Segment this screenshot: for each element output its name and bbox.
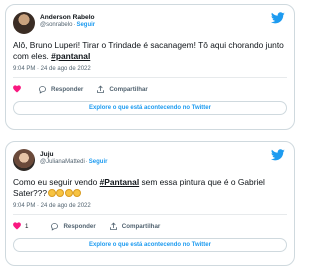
like-count: 1 [25,222,29,230]
display-name[interactable]: Anderson Rabelo [40,14,95,22]
tweet-header: Anderson Rabelo @sonrabelo·Seguir [13,5,287,39]
hashtag-link[interactable]: #pantanal [51,51,90,61]
tweet-text: Como eu seguir vendo #Pantanal sem essa … [13,177,287,199]
share-icon [97,85,105,93]
avatar[interactable] [13,12,35,34]
action-bar: Responder Compartilhar [13,81,287,97]
display-name[interactable]: Juju [40,151,107,159]
handle-line: @sonrabelo·Seguir [40,22,95,29]
reply-label: Responder [63,222,96,230]
reply-button[interactable]: Responder [38,85,83,94]
twitter-bird-icon[interactable] [271,149,285,161]
explore-twitter-button[interactable]: Explore o que está acontecendo no Twitte… [13,101,287,115]
handle[interactable]: @JulianaMattedi [40,159,85,165]
share-label: Compartilhar [121,222,161,230]
divider [13,214,287,215]
author-info: Anderson Rabelo @sonrabelo·Seguir [40,14,95,28]
handle[interactable]: @sonrabelo [40,22,72,28]
heart-icon [13,222,21,230]
share-button[interactable]: Compartilhar [96,85,148,94]
emoji-group [47,188,81,199]
tweet-card[interactable]: Anderson Rabelo @sonrabelo·Seguir Alô, B… [5,4,295,130]
crying-face-emoji [56,189,64,197]
author-info: Juju @JulianaMattedi·Seguir [40,151,107,165]
reply-label: Responder [51,85,84,93]
tweet-header: Juju @JulianaMattedi·Seguir [13,142,287,176]
handle-line: @JulianaMattedi·Seguir [40,159,107,166]
reply-button[interactable]: Responder [50,222,96,231]
crying-face-emoji [73,189,81,197]
tweet-text: Alô, Bruno Luperi! Tirar o Trindade é sa… [13,40,287,62]
crying-face-emoji [47,189,56,197]
tweet-card[interactable]: Juju @JulianaMattedi·Seguir Como eu segu… [5,141,295,266]
twitter-bird-icon[interactable] [271,12,285,24]
reply-icon [39,85,46,94]
explore-twitter-button[interactable]: Explore o que está acontecendo no Twitte… [13,238,287,252]
separator-dot: · [85,158,88,165]
avatar[interactable] [13,149,35,171]
timestamp[interactable]: 9:04 PM · 24 de ago de 2022 [13,203,287,209]
share-button[interactable]: Compartilhar [109,222,161,231]
reply-icon [51,222,59,231]
like-button[interactable]: 1 [13,222,37,230]
share-label: Compartilhar [109,85,148,93]
divider [13,77,287,78]
follow-link[interactable]: Seguir [76,22,95,28]
tweet-text-body: Como eu seguir vendo [13,177,100,187]
share-icon [109,222,117,230]
action-bar: 1 Responder Compartilhar [13,218,287,234]
hashtag-link[interactable]: #Pantanal [100,177,140,187]
heart-icon [13,85,21,93]
like-button[interactable] [13,85,25,93]
crying-face-emoji [64,189,73,197]
timestamp[interactable]: 9:04 PM · 24 de ago de 2022 [13,66,287,72]
follow-link[interactable]: Seguir [89,159,108,165]
